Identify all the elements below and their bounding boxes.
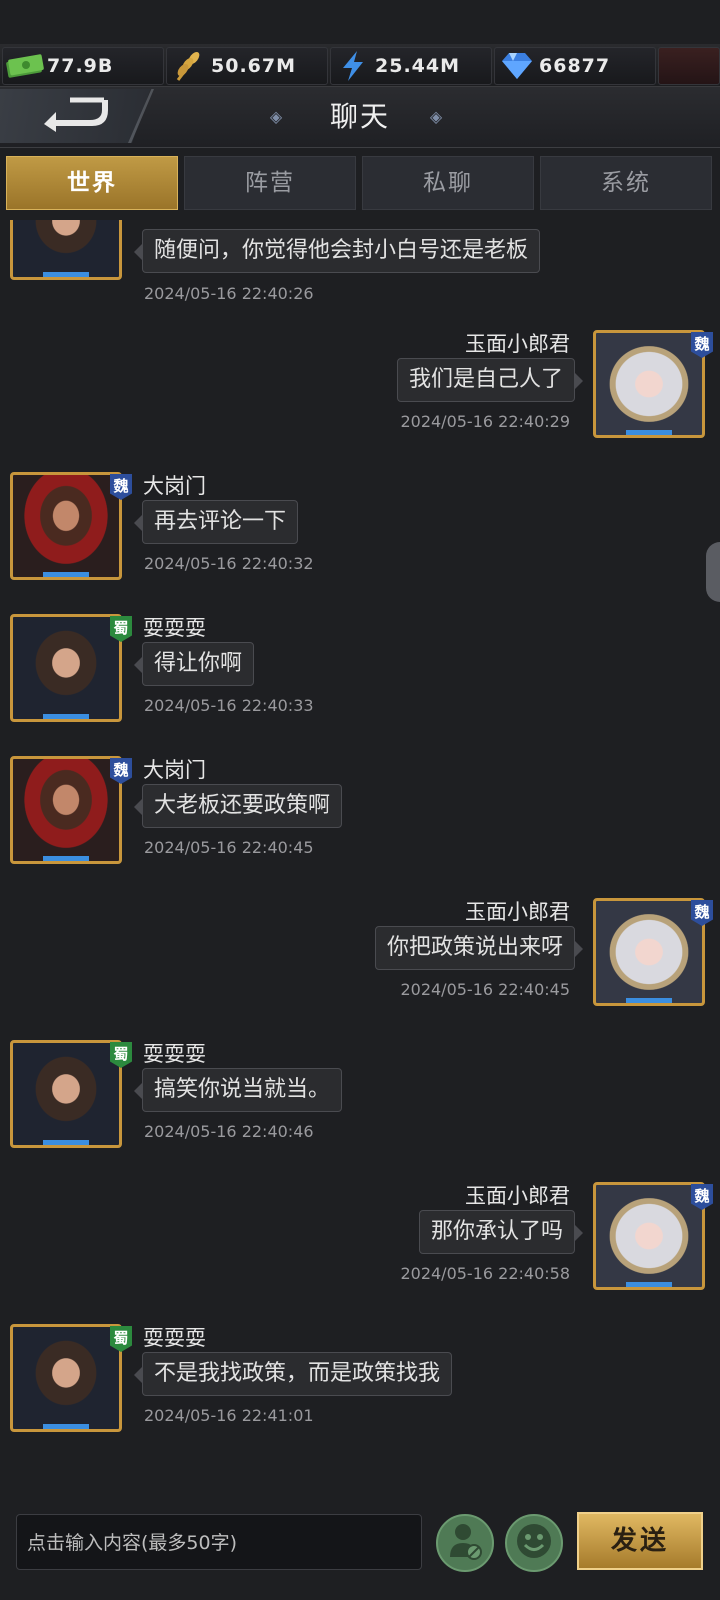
emoji-icon: [514, 1521, 554, 1565]
chat-message: 蜀 耍耍耍 得让你啊 2024/05-16 22:40:33: [0, 614, 720, 739]
sender-name: 耍耍耍: [143, 1326, 206, 1350]
message-time: 2024/05-16 22:40:32: [144, 554, 314, 573]
tab-world[interactable]: 世界: [6, 156, 178, 210]
block-user-button[interactable]: [436, 1514, 494, 1572]
tab-faction[interactable]: 阵营: [184, 156, 356, 210]
message-time: 2024/05-16 22:40:58: [400, 1264, 570, 1283]
chat-input[interactable]: 点击输入内容(最多50字): [16, 1514, 422, 1570]
avatar[interactable]: [593, 330, 705, 438]
sender-name: 大岗门: [143, 758, 206, 782]
chat-input-bar: 点击输入内容(最多50字) 发送: [0, 1490, 720, 1600]
message-bubble[interactable]: 不是我找政策，而是政策找我: [133, 1352, 453, 1396]
sender-name: 玉面小郎君: [465, 1184, 570, 1208]
money-icon: [3, 48, 47, 84]
chat-message: 蜀 耍耍耍 不是我找政策，而是政策找我 2024/05-16 22:41:01: [0, 1324, 720, 1449]
message-bubble[interactable]: 随便问，你觉得他会封小白号还是老板: [133, 229, 541, 273]
avatar[interactable]: [593, 898, 705, 1006]
message-time: 2024/05-16 22:41:01: [144, 1406, 314, 1425]
sender-name: 耍耍耍: [143, 616, 206, 640]
avatar[interactable]: [10, 1324, 122, 1432]
message-bubble[interactable]: 再去评论一下: [133, 500, 299, 544]
message-bubble[interactable]: 那你承认了吗: [418, 1210, 584, 1254]
resource-extra: [658, 47, 720, 85]
message-time: 2024/05-16 22:40:46: [144, 1122, 314, 1141]
message-bubble[interactable]: 我们是自己人了: [396, 358, 584, 402]
chat-message: 魏 玉面小郎君 那你承认了吗 2024/05-16 22:40:58: [0, 1182, 720, 1307]
avatar[interactable]: [10, 1040, 122, 1148]
sender-name: 玉面小郎君: [465, 332, 570, 356]
message-time: 2024/05-16 22:40:29: [400, 412, 570, 431]
sender-name: 玉面小郎君: [465, 900, 570, 924]
message-time: 2024/05-16 22:40:45: [400, 980, 570, 999]
message-bubble[interactable]: 得让你啊: [133, 642, 255, 686]
scroll-handle[interactable]: [706, 542, 720, 602]
chat-message: 魏 大岗门 大老板还要政策啊 2024/05-16 22:40:45: [0, 756, 720, 881]
send-button[interactable]: 发送: [577, 1512, 703, 1570]
message-time: 2024/05-16 22:40:45: [144, 838, 314, 857]
avatar[interactable]: [10, 614, 122, 722]
status-bar: [0, 0, 720, 44]
message-time: 2024/05-16 22:40:33: [144, 696, 314, 715]
chat-message: 魏 玉面小郎君 你把政策说出来呀 2024/05-16 22:40:45: [0, 898, 720, 1023]
chat-message: 蜀 耍耍耍 搞笑你说当就当。 2024/05-16 22:40:46: [0, 1040, 720, 1165]
chat-message: 魏 大岗门 再去评论一下 2024/05-16 22:40:32: [0, 472, 720, 597]
resource-food: 50.67M: [166, 47, 328, 85]
chat-tabs: 世界 阵营 私聊 系统: [6, 156, 714, 210]
message-bubble[interactable]: 大老板还要政策啊: [133, 784, 343, 828]
block-user-icon: [447, 1521, 483, 1565]
avatar[interactable]: [593, 1182, 705, 1290]
sender-name: 大岗门: [143, 474, 206, 498]
tab-private[interactable]: 私聊: [362, 156, 534, 210]
resource-energy: 25.44M: [330, 47, 492, 85]
message-time: 2024/05-16 22:40:26: [144, 284, 314, 303]
chat-list[interactable]: 随便问，你觉得他会封小白号还是老板 2024/05-16 22:40:26 魏 …: [0, 220, 720, 1485]
title-bar: ◈ 聊天 ◈: [0, 87, 720, 148]
resource-money: 77.9B: [2, 47, 164, 85]
resource-diamond: 66877: [494, 47, 656, 85]
avatar[interactable]: [10, 756, 122, 864]
page-title: 聊天: [329, 100, 390, 133]
diamond-icon: [495, 48, 539, 84]
message-bubble[interactable]: 搞笑你说当就当。: [133, 1068, 343, 1112]
chat-message: 魏 玉面小郎君 我们是自己人了 2024/05-16 22:40:29: [0, 330, 720, 455]
wheat-icon: [167, 48, 211, 84]
emoji-button[interactable]: [505, 1514, 563, 1572]
diamond-value: 66877: [539, 55, 611, 77]
money-value: 77.9B: [47, 55, 114, 77]
lightning-icon: [331, 48, 375, 84]
chat-message: 随便问，你觉得他会封小白号还是老板 2024/05-16 22:40:26: [0, 220, 720, 303]
avatar[interactable]: [10, 220, 122, 280]
food-value: 50.67M: [211, 55, 297, 77]
message-bubble[interactable]: 你把政策说出来呀: [374, 926, 584, 970]
sender-name: 耍耍耍: [143, 1042, 206, 1066]
energy-value: 25.44M: [375, 55, 461, 77]
resource-bar: 77.9B 50.67M 25.44M 66877: [0, 44, 720, 87]
tab-system[interactable]: 系统: [540, 156, 712, 210]
title-ornament-right-icon: ◈: [429, 107, 443, 126]
avatar[interactable]: [10, 472, 122, 580]
